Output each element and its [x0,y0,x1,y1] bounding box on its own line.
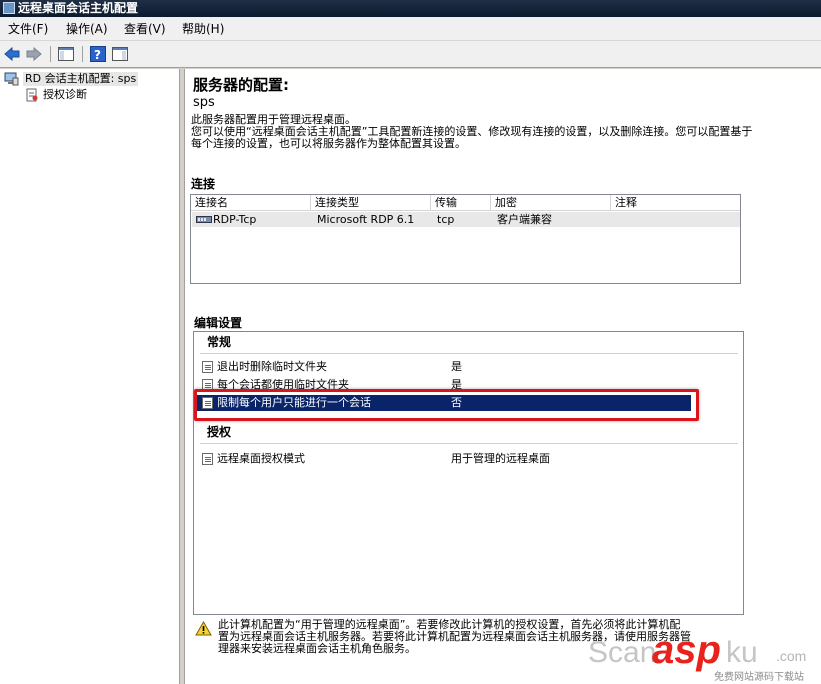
setting-document-icon [202,361,213,373]
toolbar: ? [0,41,821,68]
toolbar-separator [50,46,51,62]
watermark-text-right: ku [726,636,758,669]
setting-row-licensing-mode[interactable]: 远程桌面授权模式 用于管理的远程桌面 [195,451,691,467]
window-title-bar: 远程桌面会话主机配置 [0,0,821,17]
column-header-transport[interactable]: 传输 [431,195,491,211]
svg-text:?: ? [94,48,101,62]
setting-row-delete-temp-folders[interactable]: 退出时删除临时文件夹 是 [195,359,691,375]
show-hide-console-tree-icon[interactable] [56,45,76,63]
column-header-connection-name[interactable]: 连接名 [191,195,311,211]
help-icon[interactable]: ? [88,45,108,63]
column-header-connection-type[interactable]: 连接类型 [311,195,431,211]
group-divider [200,443,738,444]
tree-item-label: 授权诊断 [43,88,87,101]
edit-settings-heading: 编辑设置 [194,316,243,330]
setting-document-icon [202,453,213,465]
watermark-domain: .com [776,648,807,664]
table-row[interactable]: RDP-Tcp Microsoft RDP 6.1 tcp 客户端兼容 [192,212,740,227]
tree-item-label: RD 会话主机配置: sps [23,72,139,86]
cell-transport: tcp [437,213,455,226]
group-header-general: 常规 [207,335,232,349]
column-header-comment[interactable]: 注释 [611,195,741,211]
back-arrow-icon[interactable] [2,45,22,63]
menu-action[interactable]: 操作(A) [66,21,108,37]
description-line: 每个连接的设置，也可以将服务器作为整体配置其设置。 [191,137,466,150]
page-title: 服务器的配置: [193,76,289,94]
setting-label: 远程桌面授权模式 [217,452,305,465]
cell-connection-name: RDP-Tcp [213,213,257,226]
forward-arrow-icon[interactable] [24,45,44,63]
main-content: 服务器的配置: sps 此服务器配置用于管理远程桌面。 您可以使用“远程桌面会话… [184,69,821,684]
menu-help[interactable]: 帮助(H) [182,21,224,37]
settings-list: 常规 退出时删除临时文件夹 是 每个会话都使用临时文件夹 是 限制每个用户只能进… [193,331,744,615]
menu-file[interactable]: 文件(F) [8,21,48,37]
computer-icon [4,72,19,86]
app-icon [3,2,15,14]
warning-icon [195,621,212,636]
show-hide-action-pane-icon[interactable] [110,45,130,63]
watermark-logo: Scan asp ku .com 免费网站源码下载站 [580,628,821,684]
description: 此服务器配置用于管理远程桌面。 您可以使用“远程桌面会话主机配置”工具配置新连接… [191,114,752,150]
connections-list: 连接名 连接类型 传输 加密 注释 RDP-Tcp Microsoft RDP … [190,194,741,284]
watermark-text-left: Scan [588,636,657,669]
menu-bar: 文件(F) 操作(A) 查看(V) 帮助(H) [0,17,821,41]
annotation-highlight-box [194,389,699,421]
group-header-licensing: 授权 [207,425,232,439]
connections-table-header: 连接名 连接类型 传输 加密 注释 [191,195,740,211]
menu-view[interactable]: 查看(V) [124,21,166,37]
network-connection-icon [196,216,212,223]
column-header-encryption[interactable]: 加密 [491,195,611,211]
console-tree: RD 会话主机配置: sps 授权诊断 [0,69,180,684]
setting-label: 退出时删除临时文件夹 [217,360,327,373]
connections-heading: 连接 [191,177,216,191]
cell-encryption: 客户端兼容 [497,213,552,226]
window-title: 远程桌面会话主机配置 [18,1,139,15]
group-divider [200,353,738,354]
setting-value: 用于管理的远程桌面 [451,452,550,465]
toolbar-separator [82,46,83,62]
watermark-text-mid: asp [652,628,721,672]
setting-value: 是 [451,360,462,373]
server-name: sps [193,95,215,110]
watermark-tagline: 免费网站源码下载站 [714,672,804,683]
warning-line: 理器来安装远程桌面会话主机角色服务。 [218,642,416,655]
cell-connection-type: Microsoft RDP 6.1 [317,213,415,226]
diagnosis-icon [26,88,38,102]
